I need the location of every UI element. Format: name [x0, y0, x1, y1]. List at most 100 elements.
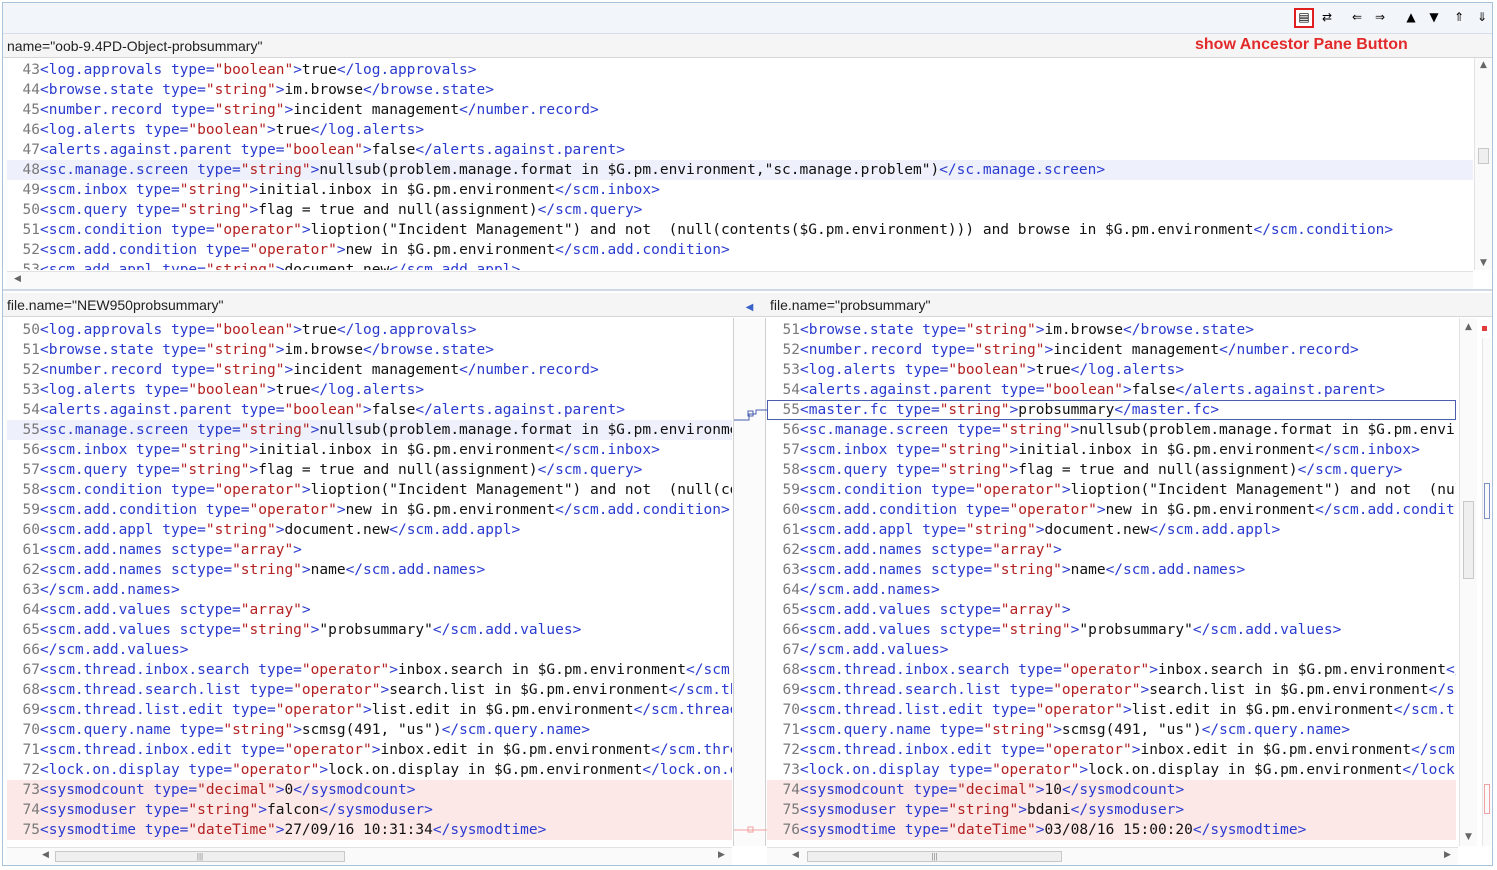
left-code-line[interactable]: 72<lock.on.display type="operator">lock.… — [7, 760, 732, 780]
scroll-up-arrow-icon[interactable]: ▲ — [1475, 60, 1492, 70]
left-code-line[interactable]: 63</scm.add.names> — [7, 580, 732, 600]
left-code-line[interactable]: 50<log.approvals type="boolean">true</lo… — [7, 320, 732, 340]
prev-diff-button[interactable]: ▼ — [1424, 8, 1444, 28]
next-diff-button[interactable]: ▲ — [1401, 8, 1421, 28]
right-code-line[interactable]: 59<scm.condition type="operator">lioptio… — [767, 480, 1456, 500]
left-code-line[interactable]: 67<scm.thread.inbox.search type="operato… — [7, 660, 732, 680]
right-code-line[interactable]: 76<sysmodtime type="dateTime">03/08/16 1… — [767, 820, 1456, 840]
ancestor-vertical-scrollbar[interactable]: ▲ ▼ — [1474, 58, 1492, 270]
right-code-line[interactable]: 67</scm.add.values> — [767, 640, 1456, 660]
left-code-line[interactable]: 64<scm.add.values sctype="array"> — [7, 600, 732, 620]
left-code-line[interactable]: 70<scm.query.name type="string">scmsg(49… — [7, 720, 732, 740]
scroll-left-arrow-icon[interactable]: ◀ — [787, 850, 804, 860]
scroll-down-arrow-icon[interactable]: ▼ — [1460, 832, 1477, 842]
line-number: 60 — [22, 522, 40, 538]
right-code-line[interactable]: 64</scm.add.names> — [767, 580, 1456, 600]
right-code-line[interactable]: 53<log.alerts type="boolean">true</log.a… — [767, 360, 1456, 380]
right-code-line[interactable]: 52<number.record type="string">incident … — [767, 340, 1456, 360]
ancestor-code-line[interactable]: 50<scm.query type="string">flag = true a… — [7, 200, 1473, 220]
left-code-line[interactable]: 65<scm.add.values sctype="string">"probs… — [7, 620, 732, 640]
left-code-view[interactable]: 50<log.approvals type="boolean">true</lo… — [7, 318, 732, 846]
left-code-line[interactable]: 59<scm.add.condition type="operator">new… — [7, 500, 732, 520]
right-code-line[interactable]: 60<scm.add.condition type="operator">new… — [767, 500, 1456, 520]
left-scroll-thumb[interactable]: ||| — [55, 851, 345, 862]
copy-right-button[interactable]: ⇒ — [1370, 8, 1390, 28]
scroll-up-arrow-icon[interactable]: ▲ — [1460, 322, 1477, 332]
right-code-line[interactable]: 71<scm.query.name type="string">scmsg(49… — [767, 720, 1456, 740]
right-code-line[interactable]: 74<sysmodcount type="decimal">10</sysmod… — [767, 780, 1456, 800]
right-code-view[interactable]: 51<browse.state type="string">im.browse<… — [767, 318, 1456, 846]
ancestor-horizontal-scrollbar[interactable]: ◀ — [7, 271, 1473, 289]
left-code-line[interactable]: 54<alerts.against.parent type="boolean">… — [7, 400, 732, 420]
ancestor-code-line[interactable]: 52<scm.add.condition type="operator">new… — [7, 240, 1473, 260]
left-code-line[interactable]: 73<sysmodcount type="decimal">0</sysmodc… — [7, 780, 732, 800]
overview-change-marker[interactable] — [1484, 483, 1490, 519]
right-code-line[interactable]: 56<sc.manage.screen type="string">nullsu… — [767, 420, 1456, 440]
ancestor-code-line[interactable]: 49<scm.inbox type="string">initial.inbox… — [7, 180, 1473, 200]
left-code-line[interactable]: 71<scm.thread.inbox.edit type="operator"… — [7, 740, 732, 760]
right-code-line[interactable]: 63<scm.add.names sctype="string">name</s… — [767, 560, 1456, 580]
ancestor-code-line[interactable]: 46<log.alerts type="boolean">true</log.a… — [7, 120, 1473, 140]
ancestor-code-line[interactable]: 44<browse.state type="string">im.browse<… — [7, 80, 1473, 100]
right-code-line[interactable]: 57<scm.inbox type="string">initial.inbox… — [767, 440, 1456, 460]
right-code-line[interactable]: 61<scm.add.appl type="string">document.n… — [767, 520, 1456, 540]
diff-arrow-left-icon[interactable]: ◀ — [746, 302, 754, 313]
right-code-line[interactable]: 58<scm.query type="string">flag = true a… — [767, 460, 1456, 480]
right-scroll-thumb-h[interactable]: ||| — [807, 851, 1062, 862]
right-code-line[interactable]: 62<scm.add.names sctype="array"> — [767, 540, 1456, 560]
right-vertical-scrollbar[interactable]: ▲ ▼ — [1459, 318, 1477, 846]
pane-divider[interactable] — [3, 289, 1492, 291]
swap-button[interactable]: ⇄ — [1317, 8, 1337, 28]
right-code-line[interactable]: 55<master.fc type="string">probsummary</… — [767, 400, 1456, 420]
left-code-line[interactable]: 53<log.alerts type="boolean">true</log.a… — [7, 380, 732, 400]
right-code-line[interactable]: 65<scm.add.values sctype="array"> — [767, 600, 1456, 620]
right-horizontal-scrollbar[interactable]: ◀ ||| ▶ — [767, 847, 1458, 865]
left-code-line[interactable]: 62<scm.add.names sctype="string">name</s… — [7, 560, 732, 580]
left-code-line[interactable]: 60<scm.add.appl type="string">document.n… — [7, 520, 732, 540]
left-code-line[interactable]: 75<sysmodtime type="dateTime">27/09/16 1… — [7, 820, 732, 840]
ancestor-code-line[interactable]: 53<scm.add.appl type="string">document.n… — [7, 260, 1473, 270]
left-code-line[interactable]: 55<sc.manage.screen type="string">nullsu… — [7, 420, 732, 440]
right-code-line[interactable]: 73<lock.on.display type="operator">lock.… — [767, 760, 1456, 780]
left-code-line[interactable]: 61<scm.add.names sctype="array"> — [7, 540, 732, 560]
overview-ruler[interactable] — [1482, 338, 1491, 846]
scroll-right-arrow-icon[interactable]: ▶ — [1439, 850, 1456, 860]
left-horizontal-scrollbar[interactable]: ◀ ||| ▶ — [7, 847, 732, 865]
left-code-line[interactable]: 58<scm.condition type="operator">lioptio… — [7, 480, 732, 500]
ancestor-code-line[interactable]: 48<sc.manage.screen type="string">nullsu… — [7, 160, 1473, 180]
right-code-line[interactable]: 66<scm.add.values sctype="string">"probs… — [767, 620, 1456, 640]
left-code-line[interactable]: 56<scm.inbox type="string">initial.inbox… — [7, 440, 732, 460]
ancestor-code-view[interactable]: 43<log.approvals type="boolean">true</lo… — [7, 58, 1473, 270]
left-code-line[interactable]: 57<scm.query type="string">flag = true a… — [7, 460, 732, 480]
left-code-line[interactable]: 52<number.record type="string">incident … — [7, 360, 732, 380]
show-ancestor-pane-button[interactable]: ▤ — [1294, 8, 1314, 28]
right-code-line[interactable]: 54<alerts.against.parent type="boolean">… — [767, 380, 1456, 400]
scroll-down-arrow-icon[interactable]: ▼ — [1475, 258, 1492, 268]
right-code-line[interactable]: 68<scm.thread.inbox.search type="operato… — [767, 660, 1456, 680]
overview-diff-marker[interactable] — [1482, 326, 1487, 331]
scroll-left-arrow-icon[interactable]: ◀ — [9, 274, 26, 284]
next-change-button[interactable]: ⇑ — [1449, 8, 1469, 28]
right-scroll-thumb[interactable] — [1463, 501, 1474, 580]
ancestor-scroll-thumb[interactable] — [1478, 147, 1489, 164]
copy-left-button[interactable]: ⇐ — [1347, 8, 1367, 28]
left-code-line[interactable]: 68<scm.thread.search.list type="operator… — [7, 680, 732, 700]
right-code-line[interactable]: 72<scm.thread.inbox.edit type="operator"… — [767, 740, 1456, 760]
scroll-left-arrow-icon[interactable]: ◀ — [37, 850, 54, 860]
left-code-line[interactable]: 51<browse.state type="string">im.browse<… — [7, 340, 732, 360]
overview-conflict-marker[interactable] — [1484, 784, 1490, 814]
ancestor-code-line[interactable]: 47<alerts.against.parent type="boolean">… — [7, 140, 1473, 160]
ancestor-code-line[interactable]: 43<log.approvals type="boolean">true</lo… — [7, 60, 1473, 80]
left-code-line[interactable]: 74<sysmoduser type="string">falcon</sysm… — [7, 800, 732, 820]
right-code-line[interactable]: 69<scm.thread.search.list type="operator… — [767, 680, 1456, 700]
ancestor-code-line[interactable]: 51<scm.condition type="operator">lioptio… — [7, 220, 1473, 240]
line-text: <number.record type="string">incident ma… — [40, 102, 599, 118]
right-code-line[interactable]: 75<sysmoduser type="string">bdani</sysmo… — [767, 800, 1456, 820]
right-code-line[interactable]: 70<scm.thread.list.edit type="operator">… — [767, 700, 1456, 720]
scroll-right-arrow-icon[interactable]: ▶ — [713, 850, 730, 860]
ancestor-code-line[interactable]: 45<number.record type="string">incident … — [7, 100, 1473, 120]
right-code-line[interactable]: 51<browse.state type="string">im.browse<… — [767, 320, 1456, 340]
prev-change-button[interactable]: ⇓ — [1472, 8, 1492, 28]
left-code-line[interactable]: 66</scm.add.values> — [7, 640, 732, 660]
left-code-line[interactable]: 69<scm.thread.list.edit type="operator">… — [7, 700, 732, 720]
